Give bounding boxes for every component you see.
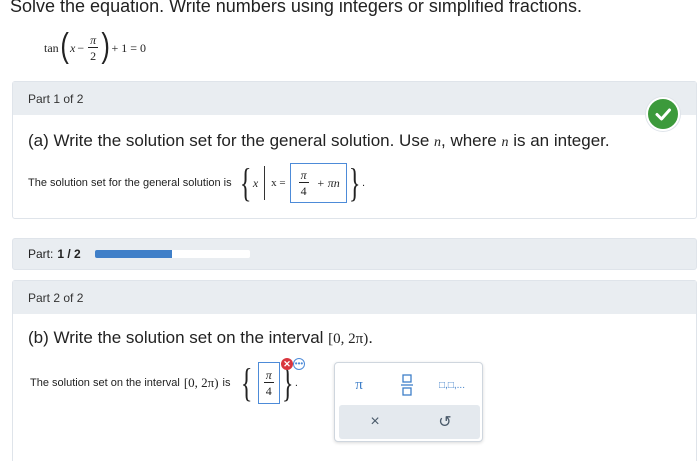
part1-question: (a) Write the solution set for the gener… bbox=[28, 131, 610, 151]
set-var: x bbox=[252, 175, 259, 190]
part2-answer-den: 4 bbox=[263, 382, 274, 398]
equation-right-paren: ) bbox=[101, 27, 111, 65]
part1-answer-tail: + πn bbox=[316, 175, 340, 190]
equation-tail: + 1 = 0 bbox=[111, 40, 146, 55]
set-left-brace: { bbox=[239, 160, 251, 205]
part2-header: Part 2 of 2 bbox=[13, 281, 696, 314]
part2-answer-num: π bbox=[265, 368, 272, 382]
set-right-brace: } bbox=[348, 160, 361, 205]
correct-check-icon bbox=[646, 97, 680, 131]
instruction-text: Solve the equation. Write numbers using … bbox=[10, 0, 582, 16]
clear-button[interactable]: × bbox=[361, 408, 389, 436]
part2-answer-interval: [0, 2π) bbox=[183, 375, 219, 390]
part2-answer-fraction: π 4 bbox=[263, 368, 274, 398]
equation-fraction: π 2 bbox=[88, 33, 99, 63]
part1-question-post: is an integer. bbox=[508, 131, 610, 150]
list-button[interactable]: □,□,... bbox=[435, 371, 469, 399]
part2-answer-label-post: is bbox=[222, 377, 231, 389]
fraction-icon[interactable] bbox=[393, 371, 421, 399]
pi-button[interactable]: π bbox=[345, 371, 373, 399]
math-palette: π □,□,... × ↺ bbox=[334, 362, 483, 442]
part2-question-pre: (b) Write the solution set on the interv… bbox=[28, 328, 329, 347]
part1-question-pre: (a) Write the solution set for the gener… bbox=[28, 131, 434, 150]
progress-bar-fill bbox=[94, 250, 173, 258]
part1-answer-box[interactable]: π 4 + πn bbox=[289, 163, 347, 203]
part2-answer-box[interactable]: π 4 bbox=[257, 362, 280, 404]
equation-fraction-num: π bbox=[90, 33, 97, 47]
part2-answer-line: The solution set on the interval [0, 2π)… bbox=[30, 360, 298, 406]
progress-bar bbox=[94, 250, 250, 258]
part1-answer-line: The solution set for the general solutio… bbox=[28, 160, 365, 206]
progress-label: Part: bbox=[28, 247, 54, 261]
part1-period: . bbox=[361, 177, 366, 189]
part1-header: Part 1 of 2 bbox=[13, 82, 696, 115]
equation-var: x bbox=[70, 40, 76, 55]
part1-question-mid: , where bbox=[441, 131, 502, 150]
part1-answer-label: The solution set for the general solutio… bbox=[28, 177, 232, 189]
set-divider bbox=[264, 166, 266, 200]
part2-question: (b) Write the solution set on the interv… bbox=[28, 328, 373, 348]
part1-answer-num: π bbox=[300, 168, 307, 182]
part2-question-post: . bbox=[368, 328, 373, 347]
part1-question-var: n bbox=[434, 135, 441, 150]
part2-answer-label-pre: The solution set on the interval bbox=[30, 377, 180, 389]
progress-value: 1 / 2 bbox=[57, 247, 81, 261]
palette-bottom-bar: × ↺ bbox=[339, 405, 480, 439]
remove-entry-icon[interactable]: ✕ bbox=[281, 358, 293, 370]
equation-minus: − bbox=[77, 40, 85, 55]
part1-answer-den: 4 bbox=[298, 182, 309, 198]
equation: tan ( x − π 2 ) + 1 = 0 bbox=[44, 27, 146, 66]
set2-left-brace: { bbox=[240, 360, 252, 405]
progress-strip: Part: 1 / 2 bbox=[12, 238, 697, 270]
set-eq: x = bbox=[271, 177, 286, 189]
equation-left-paren: ( bbox=[60, 27, 69, 65]
part2-period: . bbox=[294, 377, 298, 389]
more-options-icon[interactable]: ••• bbox=[293, 358, 305, 370]
part1-answer-fraction: π 4 bbox=[298, 168, 309, 198]
undo-button[interactable]: ↺ bbox=[431, 408, 459, 436]
part2-question-interval: [0, 2π) bbox=[328, 331, 369, 347]
equation-fraction-den: 2 bbox=[88, 47, 99, 63]
equation-func: tan bbox=[44, 40, 59, 55]
